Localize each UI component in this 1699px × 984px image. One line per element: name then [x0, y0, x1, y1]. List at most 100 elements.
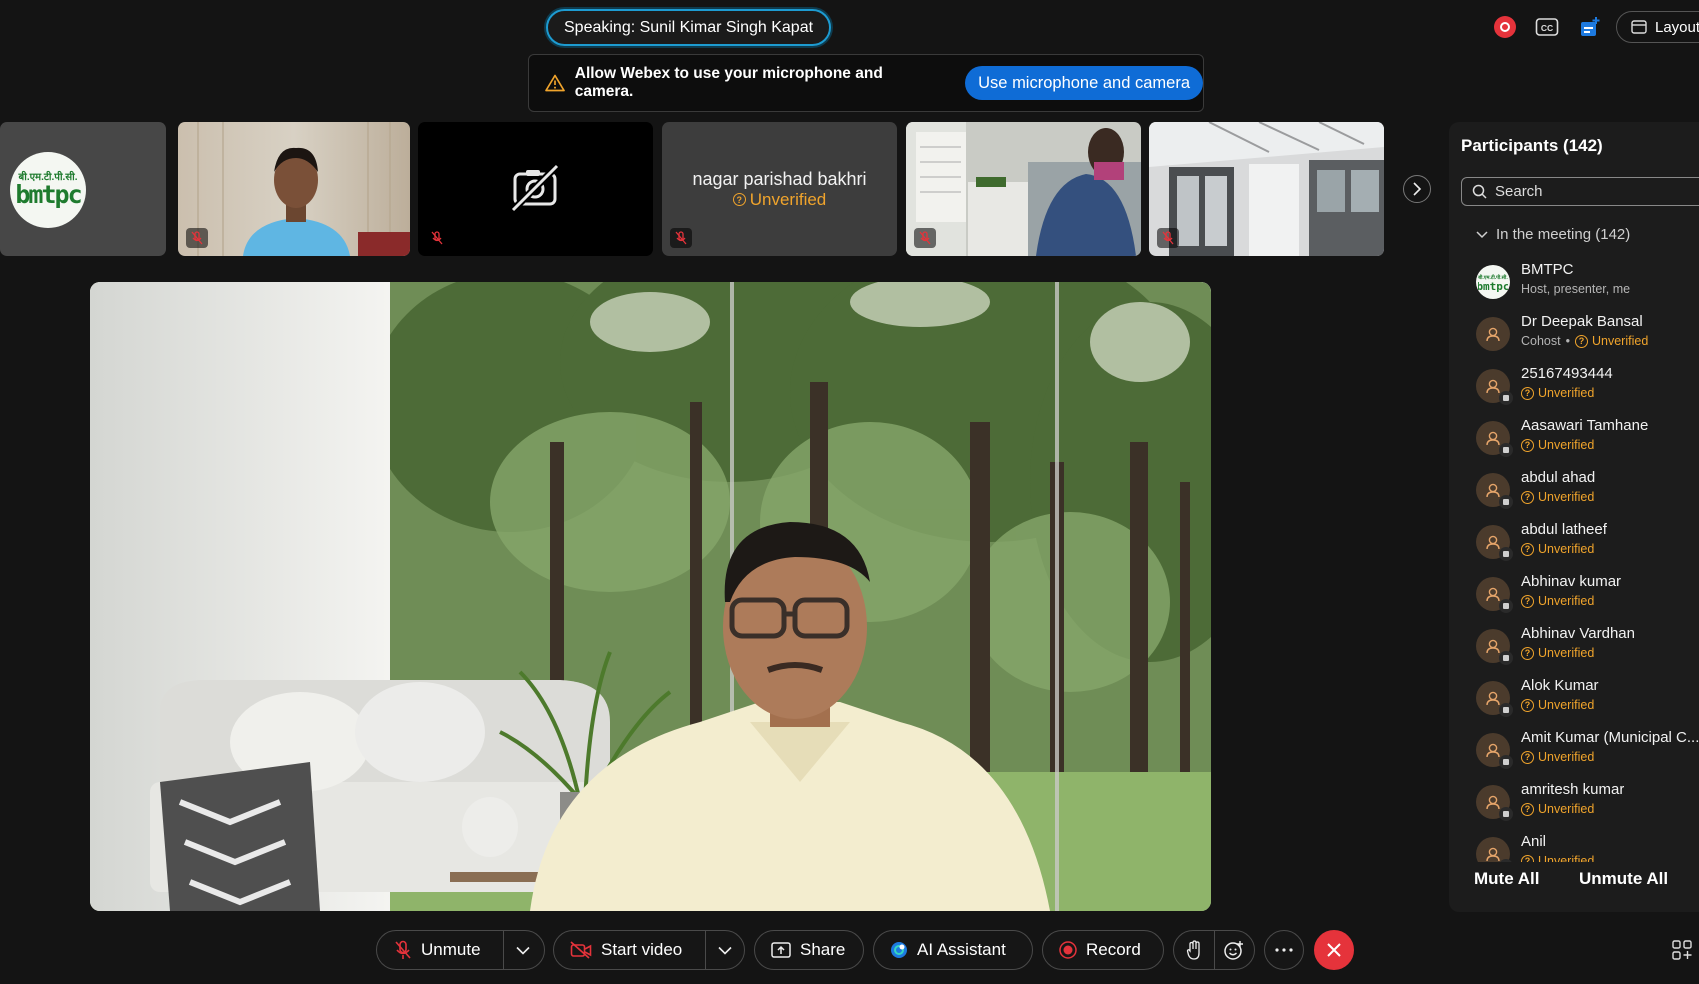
- avatar: [1476, 577, 1513, 613]
- participant-name: BMTPC: [1521, 261, 1574, 278]
- unverified-label: Unverified: [1538, 698, 1595, 712]
- video-tile-participant-2[interactable]: [906, 122, 1141, 256]
- unverified-label: Unverified: [1538, 594, 1595, 608]
- apps-icon: [1672, 940, 1692, 960]
- apps-button[interactable]: [1672, 940, 1694, 962]
- record-button[interactable]: Record: [1042, 930, 1164, 970]
- meeting-info-icon[interactable]: [1573, 12, 1607, 42]
- question-icon: ?: [1521, 542, 1534, 556]
- participant-status: ? Unverified: [1521, 646, 1594, 660]
- bmtpc-avatar: बी.एम.टी.पी.सी. bmtpc: [1476, 265, 1510, 299]
- closed-captions-icon[interactable]: CC: [1530, 12, 1564, 42]
- layout-label: Layout: [1655, 18, 1699, 36]
- participant-row[interactable]: amritesh kumar? Unverified: [1449, 778, 1699, 830]
- participant-row[interactable]: Alok Kumar? Unverified: [1449, 674, 1699, 726]
- more-options-button[interactable]: [1264, 930, 1304, 970]
- device-icon: [1499, 599, 1513, 613]
- start-video-button[interactable]: Start video: [554, 931, 705, 969]
- avatar: [1476, 369, 1513, 405]
- raise-hand-icon: [1186, 940, 1200, 960]
- unverified-label: Unverified: [1538, 386, 1595, 400]
- raise-hand-button[interactable]: [1174, 931, 1214, 969]
- unmute-label: Unmute: [421, 940, 481, 959]
- video-tile-camera-off[interactable]: [418, 122, 653, 256]
- participant-name: nagar parishad bakhri: [692, 168, 867, 189]
- participant-status: ? Unverified: [1521, 802, 1594, 816]
- recording-indicator-icon[interactable]: [1488, 12, 1522, 42]
- svg-text:CC: CC: [1541, 23, 1553, 33]
- participant-name: abdul latheef: [1521, 521, 1607, 538]
- svg-text:bmtpc: bmtpc: [1478, 280, 1508, 293]
- participant-status: Cohost •? Unverified: [1521, 334, 1649, 348]
- unmute-all-button[interactable]: Unmute All: [1579, 869, 1668, 889]
- use-mic-camera-button[interactable]: Use microphone and camera: [965, 66, 1203, 100]
- participant-roles: Host, presenter, me: [1521, 282, 1631, 296]
- logo-brand-text: bmtpc: [15, 180, 82, 209]
- device-icon: [1499, 443, 1513, 457]
- video-tile-host[interactable]: बी.एम.टी.पी.सी. bmtpc: [0, 122, 166, 256]
- leave-meeting-button[interactable]: [1314, 930, 1354, 970]
- video-tile-participant-3[interactable]: [1149, 122, 1384, 256]
- device-icon: [1499, 755, 1513, 769]
- participants-list: बी.एम.टी.पी.सी. bmtpc BMTPC Host, presenter…: [1449, 258, 1699, 862]
- participant-video-frame: [178, 122, 410, 256]
- question-icon: ?: [1521, 490, 1534, 504]
- unverified-label: Unverified: [1538, 542, 1595, 556]
- question-icon: ?: [1521, 854, 1534, 862]
- audio-options-button[interactable]: [504, 931, 542, 969]
- participant-row[interactable]: Abhinav kumar? Unverified: [1449, 570, 1699, 622]
- speaking-indicator: Speaking: Sunil Kimar Singh Kapat: [546, 9, 832, 46]
- participant-status: ? Unverified: [1521, 854, 1594, 862]
- participant-row[interactable]: Aasawari Tamhane? Unverified: [1449, 414, 1699, 466]
- participant-row[interactable]: 25167493444 ? Unverified: [1449, 362, 1699, 414]
- unmute-button[interactable]: Unmute: [377, 931, 503, 969]
- participant-row[interactable]: abdul latheef? Unverified: [1449, 518, 1699, 570]
- microphone-muted-icon: [395, 940, 411, 959]
- participant-name: Anil: [1521, 833, 1547, 850]
- chevron-down-icon: [516, 946, 530, 955]
- in-meeting-section-toggle[interactable]: In the meeting (142): [1476, 226, 1630, 243]
- question-icon: ?: [1575, 334, 1588, 348]
- avatar: [1476, 733, 1513, 769]
- muted-icon: [426, 228, 448, 248]
- unverified-label: Unverified: [1538, 438, 1595, 452]
- participant-status: ? Unverified: [1521, 490, 1594, 504]
- participant-video-frame: [906, 122, 1141, 256]
- participant-name: abdul ahad: [1521, 469, 1596, 486]
- participant-row[interactable]: Dr Deepak Bansal Cohost •? Unverified: [1449, 310, 1699, 362]
- question-icon: ?: [1521, 802, 1534, 816]
- participant-row[interactable]: abdul ahad ? Unverified: [1449, 466, 1699, 518]
- video-tile-participant-1[interactable]: [178, 122, 410, 256]
- ai-assistant-button[interactable]: AI Assistant: [873, 930, 1033, 970]
- participants-search-input[interactable]: Search: [1461, 177, 1699, 206]
- unverified-label: Unverified: [749, 189, 827, 209]
- participant-name: 25167493444: [1521, 365, 1613, 382]
- filmstrip-next-button[interactable]: [1403, 175, 1431, 203]
- participant-row[interactable]: Anil ? Unverified: [1449, 830, 1699, 862]
- ai-assistant-icon: [891, 942, 907, 958]
- layout-button[interactable]: Layout: [1616, 11, 1699, 43]
- main-speaker-video[interactable]: [90, 282, 1211, 911]
- reactions-button[interactable]: [1214, 931, 1254, 969]
- device-icon: [1499, 703, 1513, 717]
- avatar: [1476, 317, 1510, 351]
- speaker-video-frame: [90, 282, 1211, 911]
- mute-all-button[interactable]: Mute All: [1474, 869, 1539, 889]
- unverified-label: Unverified: [1538, 646, 1595, 660]
- share-button[interactable]: Share: [754, 930, 864, 970]
- participant-row[interactable]: Abhinav Vardhan? Unverified: [1449, 622, 1699, 674]
- video-options-button[interactable]: [706, 931, 744, 969]
- avatar: [1476, 421, 1513, 457]
- participant-row[interactable]: Amit Kumar (Municipal C...? Unverified: [1449, 726, 1699, 778]
- video-tile-audio-only[interactable]: nagar parishad bakhri ? Unverified: [662, 122, 897, 256]
- participants-title: Participants (142): [1461, 136, 1603, 155]
- avatar: [1476, 473, 1513, 509]
- participant-status: ? Unverified: [1521, 386, 1594, 400]
- participant-status: ? Unverified: [1521, 698, 1594, 712]
- participants-panel: Participants (142) Search In the meeting…: [1449, 122, 1699, 912]
- participant-row[interactable]: बी.एम.टी.पी.सी. bmtpc BMTPC Host, presenter…: [1449, 258, 1699, 310]
- participant-status: ? Unverified: [1521, 594, 1594, 608]
- section-label: In the meeting (142): [1496, 226, 1631, 243]
- avatar: [1476, 681, 1513, 717]
- device-icon: [1499, 391, 1513, 405]
